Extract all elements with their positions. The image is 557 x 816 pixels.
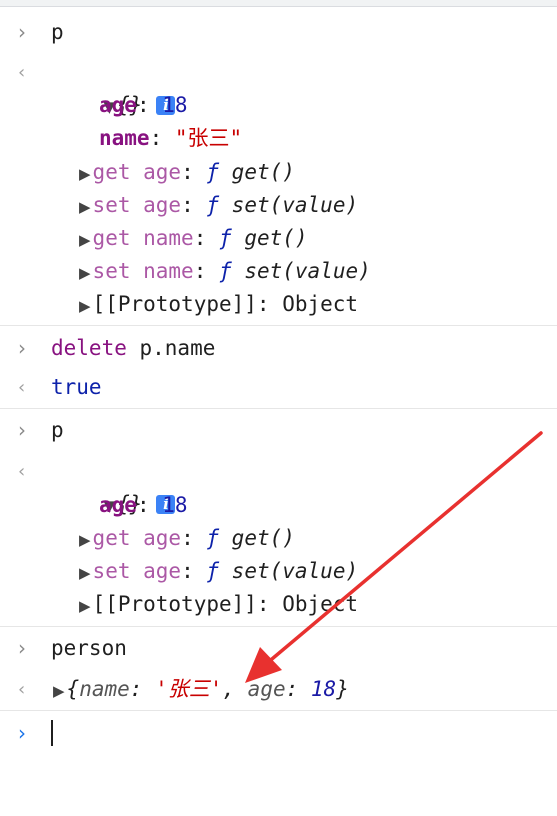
annotation-arrow [245,431,543,683]
arrow-head [245,647,282,683]
arrow-shaft [264,431,543,666]
